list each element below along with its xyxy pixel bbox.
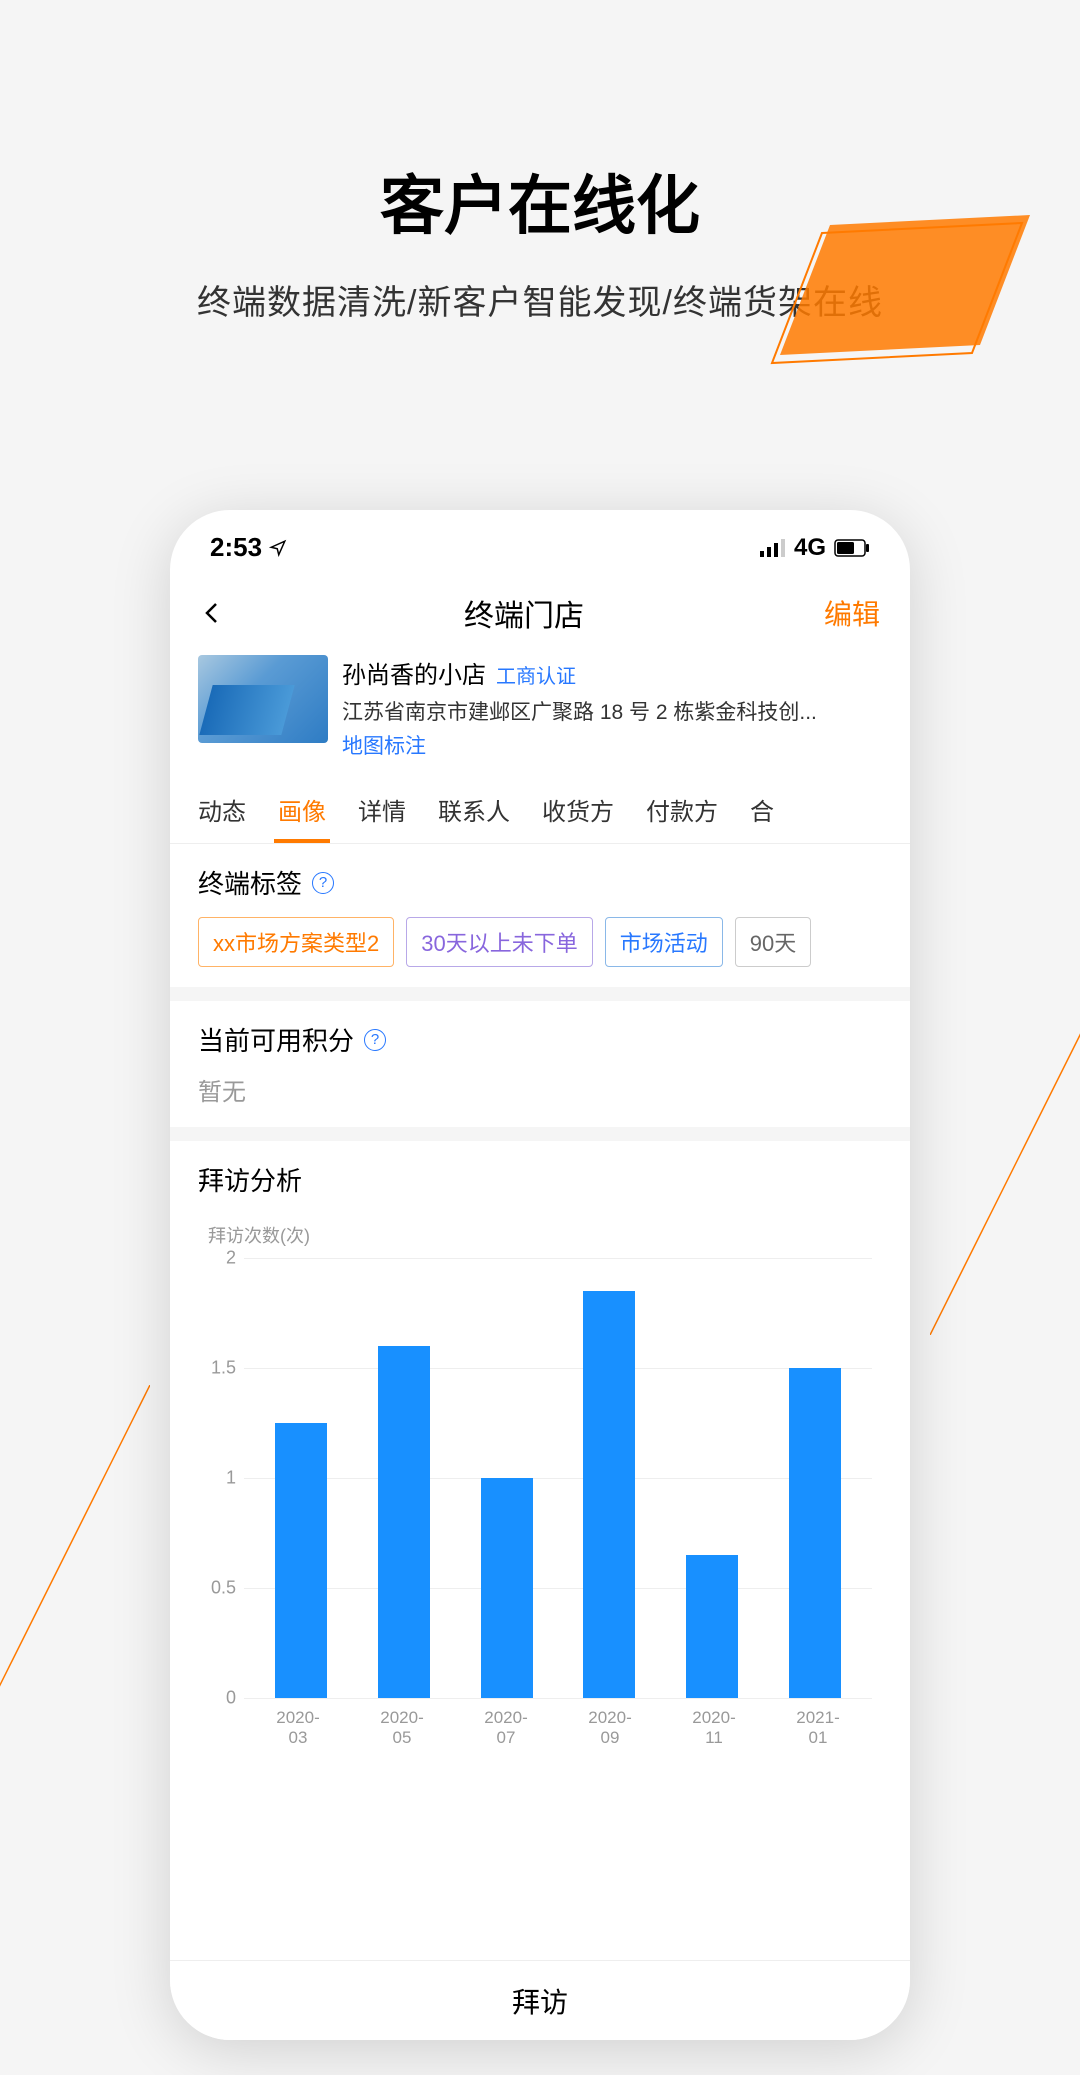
store-cert-link[interactable]: 工商认证 xyxy=(496,660,576,689)
terminal-tags-title: 终端标签 xyxy=(198,864,302,901)
edit-button[interactable]: 编辑 xyxy=(824,593,880,633)
bar-2020-03 xyxy=(275,1423,327,1698)
xtick: 2020-05 xyxy=(372,1708,432,1748)
tabs: 动态画像详情联系人收货方付款方合 xyxy=(170,778,910,844)
tab-1[interactable]: 画像 xyxy=(278,778,326,843)
tab-2[interactable]: 详情 xyxy=(358,778,406,843)
ytick: 0.5 xyxy=(198,1578,236,1599)
visit-analysis-section: 拜访分析 拜访次数(次) 00.511.52 2020-032020-05202… xyxy=(170,1141,910,1748)
xtick: 2021-01 xyxy=(788,1708,848,1748)
tag-1[interactable]: 30天以上未下单 xyxy=(406,917,592,967)
xtick: 2020-11 xyxy=(684,1708,744,1748)
decorative-line-right xyxy=(930,935,1080,1335)
nav-bar: 终端门店 编辑 xyxy=(170,573,910,655)
bar-2020-07 xyxy=(481,1478,533,1698)
tag-3[interactable]: 90天 xyxy=(735,917,811,967)
tab-0[interactable]: 动态 xyxy=(198,778,246,843)
points-section: 当前可用积分 ? 暂无 xyxy=(170,1001,910,1127)
ytick: 1.5 xyxy=(198,1358,236,1379)
ytick: 2 xyxy=(198,1248,236,1269)
location-arrow-icon xyxy=(269,532,287,562)
battery-icon xyxy=(834,539,870,557)
network-label: 4G xyxy=(794,534,826,562)
store-name: 孙尚香的小店 xyxy=(342,655,486,690)
bar-2020-11 xyxy=(686,1555,738,1698)
decorative-line-left xyxy=(0,1385,150,1785)
tab-5[interactable]: 付款方 xyxy=(646,778,718,843)
store-card[interactable]: 孙尚香的小店 工商认证 江苏省南京市建邺区广聚路 18 号 2 栋紫金科技创..… xyxy=(170,655,910,778)
map-annotation-link[interactable]: 地图标注 xyxy=(342,730,882,760)
store-address: 江苏省南京市建邺区广聚路 18 号 2 栋紫金科技创... xyxy=(342,696,882,726)
help-icon[interactable]: ? xyxy=(364,1029,386,1051)
ytick: 1 xyxy=(198,1468,236,1489)
decorative-parallelogram xyxy=(770,195,1050,375)
tab-6[interactable]: 合 xyxy=(750,778,774,843)
help-icon[interactable]: ? xyxy=(312,872,334,894)
ytick: 0 xyxy=(198,1688,236,1709)
xtick: 2020-07 xyxy=(476,1708,536,1748)
signal-icon xyxy=(760,539,786,557)
visit-button[interactable]: 拜访 xyxy=(170,1960,910,2040)
xtick: 2020-09 xyxy=(580,1708,640,1748)
tag-0[interactable]: xx市场方案类型2 xyxy=(198,917,394,967)
bar-2021-01 xyxy=(789,1368,841,1698)
chart-area: 00.511.52 xyxy=(244,1258,872,1698)
phone-frame: 2:53 4G 终端门店 编辑 孙尚香的小店 工商认证 xyxy=(170,510,910,2040)
chart-ylabel: 拜访次数(次) xyxy=(208,1222,882,1248)
status-time: 2:53 xyxy=(210,532,287,563)
tag-2[interactable]: 市场活动 xyxy=(605,917,723,967)
tab-3[interactable]: 联系人 xyxy=(438,778,510,843)
status-bar: 2:53 4G xyxy=(170,510,910,573)
tab-4[interactable]: 收货方 xyxy=(542,778,614,843)
store-thumbnail xyxy=(198,655,328,743)
points-value: 暂无 xyxy=(198,1072,882,1107)
points-title: 当前可用积分 xyxy=(198,1021,354,1058)
page-title: 终端门店 xyxy=(464,591,584,635)
bar-2020-05 xyxy=(378,1346,430,1698)
xtick: 2020-03 xyxy=(268,1708,328,1748)
visit-analysis-title: 拜访分析 xyxy=(198,1161,882,1198)
back-icon[interactable] xyxy=(200,601,224,625)
bar-2020-09 xyxy=(583,1291,635,1698)
terminal-tags-section: 终端标签 ? xx市场方案类型230天以上未下单市场活动90天 xyxy=(170,844,910,987)
